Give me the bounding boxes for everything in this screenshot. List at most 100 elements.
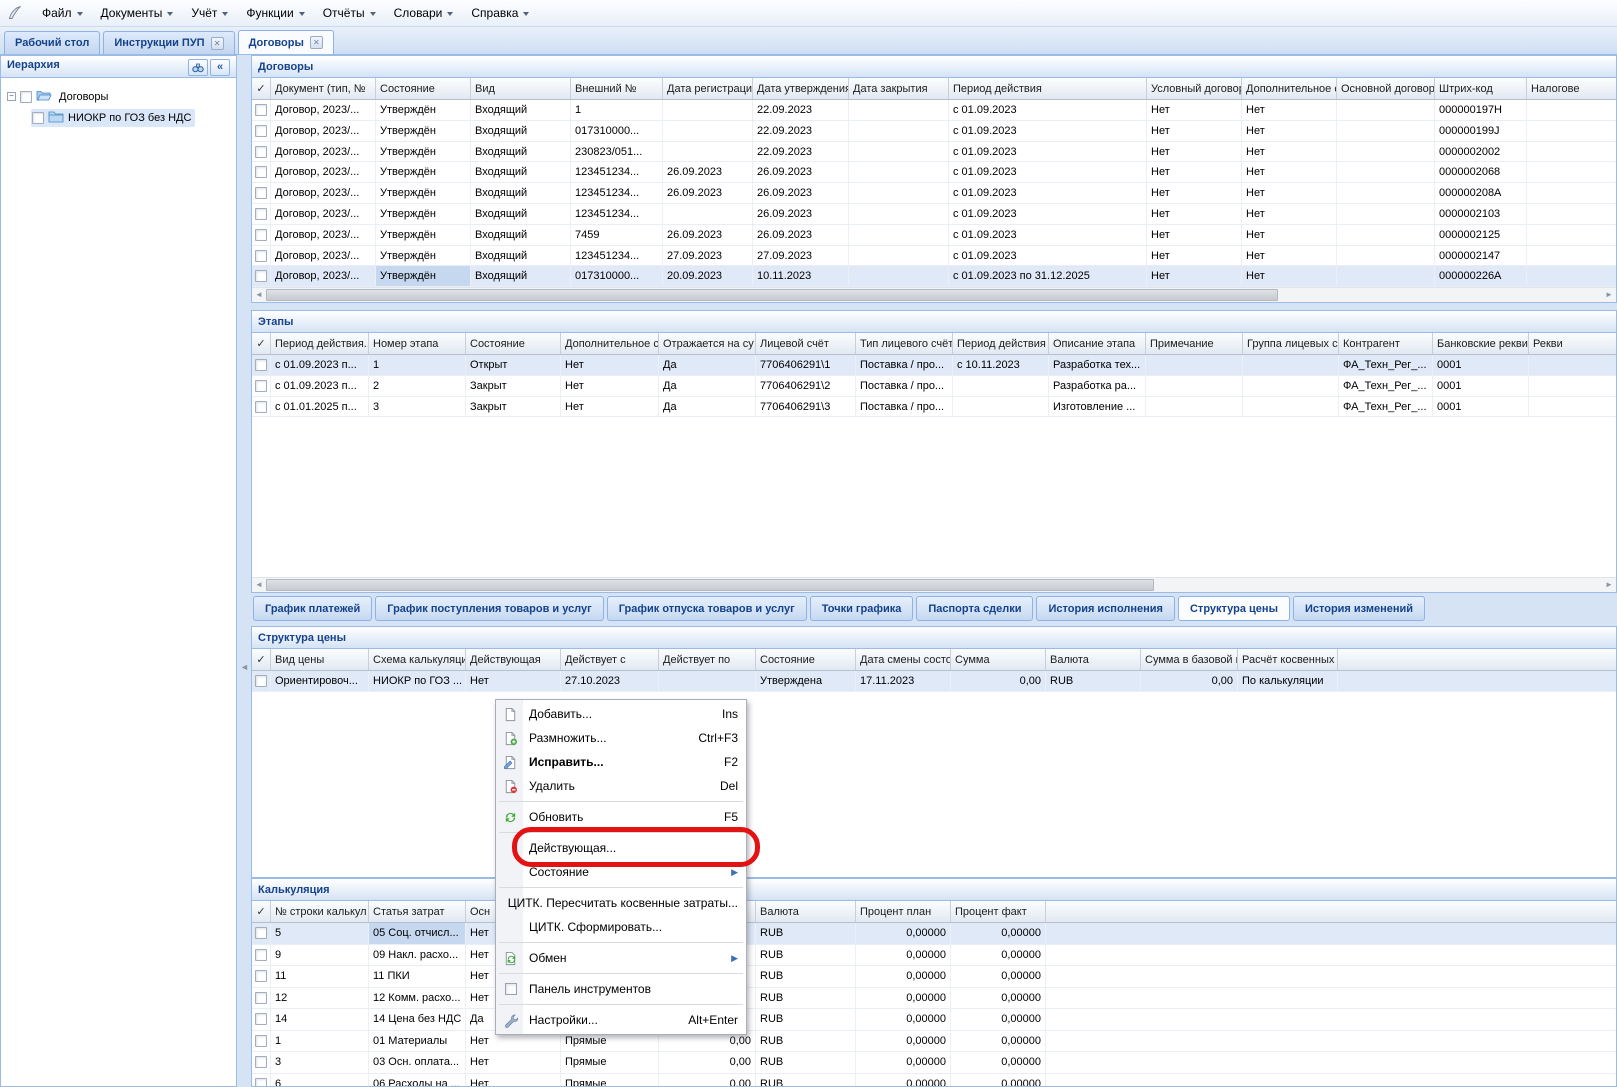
column-header[interactable]: Вид цены [271, 649, 369, 670]
row-checkbox[interactable] [255, 359, 267, 371]
table-row[interactable]: Договор, 2023/...УтверждёнВходящий122.09… [252, 100, 1616, 121]
detail-tab-6[interactable]: История исполнения [1036, 596, 1175, 621]
close-icon[interactable]: ✕ [211, 37, 224, 50]
tree-item-niokr[interactable]: НИОКР по ГОЗ без НДС [7, 107, 232, 128]
detail-tab-4[interactable]: Точки графика [810, 596, 914, 621]
table-row[interactable]: Договор, 2023/...УтверждёнВходящий123451… [252, 246, 1616, 267]
detail-tab-3[interactable]: График отпуска товаров и услуг [607, 596, 807, 621]
column-header[interactable]: Вид [471, 78, 571, 99]
row-checkbox[interactable] [255, 380, 267, 392]
menu-item-6[interactable]: ОбновитьF5 [496, 805, 746, 829]
column-header[interactable]: Процент план [856, 901, 951, 922]
column-header[interactable]: Отражается на су [659, 333, 756, 354]
detail-tab-8[interactable]: История изменений [1293, 596, 1425, 621]
row-checkbox[interactable] [255, 1056, 267, 1068]
row-checkbox[interactable] [255, 1035, 267, 1047]
column-header[interactable]: Документ (тип, № [271, 78, 376, 99]
row-checkbox[interactable] [255, 675, 267, 687]
column-header[interactable]: Налогове [1527, 78, 1616, 99]
column-header[interactable]: Номер этапа [369, 333, 466, 354]
menubar-item-1[interactable]: Файл [33, 3, 92, 23]
menu-item-18[interactable]: Настройки...Alt+Enter [496, 1008, 746, 1032]
column-header[interactable]: Дата закрытия [849, 78, 949, 99]
table-row[interactable]: Договор, 2023/...УтверждёнВходящий123451… [252, 204, 1616, 225]
stages-hscrollbar[interactable]: ◄ ► [252, 577, 1616, 592]
column-header[interactable]: Основной договор [1337, 78, 1435, 99]
row-checkbox[interactable] [255, 1013, 267, 1025]
column-header[interactable]: Дата смены состоя [856, 649, 951, 670]
menubar-item-6[interactable]: Словари [385, 3, 463, 23]
main-tab-2[interactable]: Инструкции ПУП✕ [103, 31, 234, 54]
scrollbar-thumb[interactable] [266, 579, 1154, 591]
column-header[interactable]: Группа лицевых с [1243, 333, 1339, 354]
tree-collapse-icon[interactable]: − [7, 92, 16, 101]
menu-item-2[interactable]: Размножить...Ctrl+F3 [496, 726, 746, 750]
column-header[interactable]: Схема калькуляци [369, 649, 466, 670]
row-checkbox[interactable] [255, 1078, 267, 1087]
table-row[interactable]: Ориентировоч...НИОКР по ГОЗ ...Нет27.10.… [252, 671, 1616, 692]
row-checkbox[interactable] [255, 992, 267, 1004]
menu-item-4[interactable]: УдалитьDel [496, 774, 746, 798]
scrollbar-thumb[interactable] [266, 289, 1278, 301]
contracts-hscrollbar[interactable]: ◄ ► [252, 287, 1616, 302]
menubar-item-4[interactable]: Функции [237, 3, 313, 23]
column-header[interactable]: Действует по [659, 649, 756, 670]
column-header[interactable]: Тип лицевого счёт [856, 333, 953, 354]
table-row[interactable]: 1111 ПКИНетRUB0,000000,00000 [252, 966, 1616, 988]
column-header[interactable]: Примечание [1146, 333, 1243, 354]
menu-item-12[interactable]: ЦИТК. Сформировать... [496, 915, 746, 939]
row-checkbox[interactable] [255, 401, 267, 413]
column-header[interactable]: Банковские рекви [1433, 333, 1529, 354]
table-row[interactable]: 505 Соц. отчисл...НетRUB0,000000,00000 [252, 923, 1616, 945]
column-header[interactable]: Лицевой счёт [756, 333, 856, 354]
column-header[interactable]: Дата утверждения [753, 78, 849, 99]
detail-tab-5[interactable]: Паспорта сделки [916, 596, 1033, 621]
table-row[interactable]: 1414 Цена без НДСДаRUB0,000000,00000 [252, 1009, 1616, 1031]
scroll-left-icon[interactable]: ◄ [252, 578, 266, 592]
column-header[interactable]: Сумма в базовой в [1141, 649, 1238, 670]
table-row[interactable]: 909 Накл. расхо...НетRUB0,000000,00000 [252, 945, 1616, 967]
table-row[interactable]: с 01.09.2023 п...1ОткрытНетДа7706406291\… [252, 355, 1616, 376]
row-checkbox[interactable] [255, 187, 267, 199]
table-row[interactable]: 101 МатериалыНетПрямые0,00RUB0,000000,00… [252, 1031, 1616, 1053]
column-header[interactable]: Дата регистрации. [663, 78, 753, 99]
menubar-item-7[interactable]: Справка [462, 3, 538, 23]
column-header[interactable]: Штрих-код [1435, 78, 1527, 99]
column-header[interactable]: Дополнительное с [1242, 78, 1337, 99]
detail-tab-1[interactable]: График платежей [253, 596, 372, 621]
column-header[interactable]: Расчёт косвенных [1238, 649, 1338, 670]
scroll-right-icon[interactable]: ► [1602, 578, 1616, 592]
column-header[interactable]: Условный договор [1147, 78, 1242, 99]
column-header[interactable]: Рекви [1529, 333, 1616, 354]
row-checkbox[interactable] [255, 949, 267, 961]
row-checkbox[interactable] [255, 270, 267, 282]
row-checkbox[interactable] [255, 208, 267, 220]
row-checkbox[interactable] [255, 927, 267, 939]
close-icon[interactable]: ✕ [310, 36, 323, 49]
menu-item-3[interactable]: Исправить...F2 [496, 750, 746, 774]
column-header[interactable]: Действующая [466, 649, 561, 670]
column-header[interactable]: Процент факт [951, 901, 1046, 922]
main-tab-3[interactable]: Договоры✕ [238, 30, 334, 54]
menubar-item-3[interactable]: Учёт [182, 3, 237, 23]
search-icon[interactable] [188, 59, 208, 76]
table-row[interactable]: Договор, 2023/...УтверждёнВходящий230823… [252, 142, 1616, 163]
column-header[interactable]: № строки калькул [271, 901, 369, 922]
column-header[interactable]: Сумма [951, 649, 1046, 670]
table-row[interactable]: 1212 Комм. расхо...НетRUB0,000000,00000 [252, 988, 1616, 1010]
row-checkbox[interactable] [255, 166, 267, 178]
select-all-header[interactable]: ✓ [252, 901, 271, 922]
scroll-left-hint-icon[interactable]: ◄ [240, 662, 249, 672]
main-tab-1[interactable]: Рабочий стол [4, 31, 100, 54]
column-header[interactable]: Описание этапа [1049, 333, 1146, 354]
table-row[interactable]: с 01.09.2023 п...2ЗакрытНетДа7706406291\… [252, 376, 1616, 397]
column-header[interactable]: Период действия [949, 78, 1147, 99]
tree-item-contracts[interactable]: − Договоры [7, 86, 232, 107]
column-header[interactable]: Действует с [561, 649, 659, 670]
column-header[interactable]: Период действия л [953, 333, 1049, 354]
row-checkbox[interactable] [255, 146, 267, 158]
table-row[interactable]: 303 Осн. оплата...НетПрямые0,00RUB0,0000… [252, 1052, 1616, 1074]
column-header[interactable]: Период действия.. [271, 333, 369, 354]
table-row[interactable]: Договор, 2023/...УтверждёнВходящий017310… [252, 121, 1616, 142]
select-all-header[interactable]: ✓ [252, 78, 271, 99]
